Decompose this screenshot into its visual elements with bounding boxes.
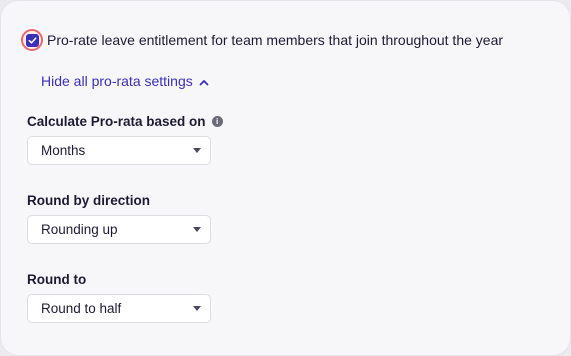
round-direction-value: Rounding up <box>41 222 118 237</box>
info-icon[interactable]: i <box>211 116 223 127</box>
hide-prorata-settings-label: Hide all pro-rata settings <box>41 73 193 89</box>
round-to-label: Round to <box>27 272 86 287</box>
caret-down-icon <box>193 148 201 153</box>
calculate-based-on-text: Calculate Pro-rata based on <box>27 114 206 129</box>
prorate-checkbox-row[interactable]: Pro-rate leave entitlement for team memb… <box>21 29 503 51</box>
calculate-based-on-label: Calculate Pro-rata based on i <box>27 114 223 129</box>
round-to-text: Round to <box>27 272 87 287</box>
prorate-checkbox[interactable] <box>21 29 43 51</box>
calculate-based-on-value: Months <box>41 143 86 158</box>
caret-down-icon <box>193 306 201 311</box>
chevron-up-icon <box>199 73 209 89</box>
round-to-select[interactable]: Round to half <box>27 294 211 323</box>
round-direction-text: Round by direction <box>27 193 150 208</box>
checkmark-icon <box>25 33 39 47</box>
hide-prorata-settings-link[interactable]: Hide all pro-rata settings <box>41 73 209 89</box>
caret-down-icon <box>193 227 201 232</box>
round-to-value: Round to half <box>41 301 122 316</box>
prorate-checkbox-label: Pro-rate leave entitlement for team memb… <box>47 32 504 48</box>
calculate-based-on-select[interactable]: Months <box>27 136 211 165</box>
prorata-settings-card: Pro-rate leave entitlement for team memb… <box>0 0 571 356</box>
round-direction-select[interactable]: Rounding up <box>27 215 211 244</box>
round-direction-label: Round by direction <box>27 193 150 208</box>
